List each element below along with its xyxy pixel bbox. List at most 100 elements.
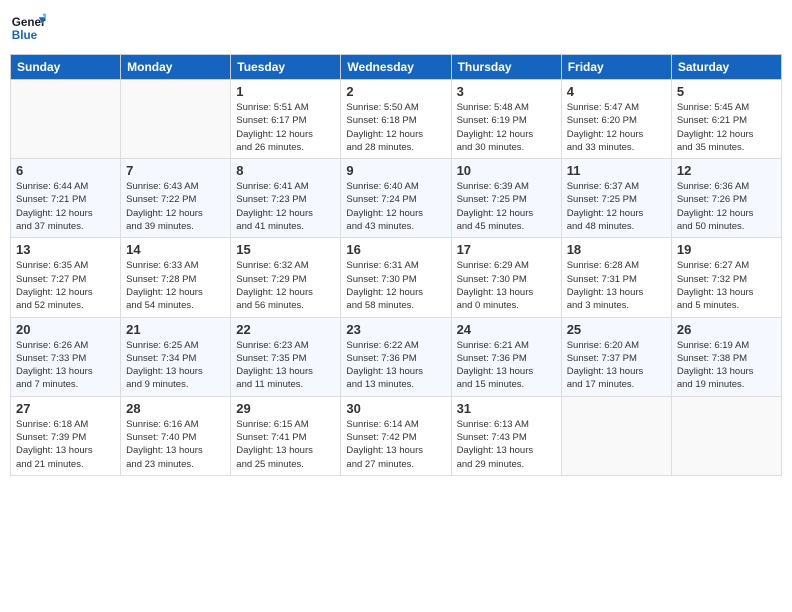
day-number: 2 [346, 84, 445, 99]
calendar-cell: 16 Sunrise: 6:31 AM Sunset: 7:30 PM Dayli… [341, 238, 451, 317]
calendar-cell: 11 Sunrise: 6:37 AM Sunset: 7:25 PM Dayli… [561, 159, 671, 238]
day-number: 30 [346, 401, 445, 416]
day-info: Sunrise: 6:37 AM Sunset: 7:25 PM Dayligh… [567, 180, 666, 233]
day-info: Sunrise: 5:47 AM Sunset: 6:20 PM Dayligh… [567, 101, 666, 154]
day-info: Sunrise: 6:15 AM Sunset: 7:41 PM Dayligh… [236, 418, 335, 471]
calendar-cell: 7Sunrise: 6:43 AM Sunset: 7:22 PM Daylig… [121, 159, 231, 238]
day-number: 13 [16, 242, 115, 257]
calendar-cell: 26Sunrise: 6:19 AM Sunset: 7:38 PM Dayli… [671, 317, 781, 396]
day-number: 14 [126, 242, 225, 257]
day-number: 5 [677, 84, 776, 99]
page-header: General Blue [10, 10, 782, 46]
day-number: 31 [457, 401, 556, 416]
calendar-table: SundayMondayTuesdayWednesdayThursdayFrid… [10, 54, 782, 476]
day-info: Sunrise: 6:43 AM Sunset: 7:22 PM Dayligh… [126, 180, 225, 233]
calendar-cell: 22 Sunrise: 6:23 AM Sunset: 7:35 PM Dayli… [231, 317, 341, 396]
day-number: 18 [567, 242, 666, 257]
day-number: 21 [126, 322, 225, 337]
day-number: 1 [236, 84, 335, 99]
day-info: Sunrise: 6:36 AM Sunset: 7:26 PM Dayligh… [677, 180, 776, 233]
day-number: 16 [346, 242, 445, 257]
day-number: 25 [567, 322, 666, 337]
weekday-header-sunday: Sunday [11, 55, 121, 80]
calendar-cell: 10 Sunrise: 6:39 AM Sunset: 7:25 PM Dayli… [451, 159, 561, 238]
day-info: Sunrise: 6:39 AM Sunset: 7:25 PM Dayligh… [457, 180, 556, 233]
calendar-cell: 13Sunrise: 6:35 AM Sunset: 7:27 PM Dayli… [11, 238, 121, 317]
calendar-cell: 6 Sunrise: 6:44 AM Sunset: 7:21 PM Daylig… [11, 159, 121, 238]
calendar-header-row: SundayMondayTuesdayWednesdayThursdayFrid… [11, 55, 782, 80]
calendar-week-row: 27 Sunrise: 6:18 AM Sunset: 7:39 PM Dayli… [11, 396, 782, 475]
calendar-cell: 8Sunrise: 6:41 AM Sunset: 7:23 PM Daylig… [231, 159, 341, 238]
logo-icon: General Blue [10, 10, 46, 46]
day-info: Sunrise: 5:48 AM Sunset: 6:19 PM Dayligh… [457, 101, 556, 154]
day-info: Sunrise: 6:26 AM Sunset: 7:33 PM Dayligh… [16, 339, 115, 392]
calendar-cell: 19Sunrise: 6:27 AM Sunset: 7:32 PM Dayli… [671, 238, 781, 317]
day-info: Sunrise: 6:22 AM Sunset: 7:36 PM Dayligh… [346, 339, 445, 392]
day-number: 9 [346, 163, 445, 178]
day-info: Sunrise: 6:32 AM Sunset: 7:29 PM Dayligh… [236, 259, 335, 312]
day-info: Sunrise: 6:16 AM Sunset: 7:40 PM Dayligh… [126, 418, 225, 471]
day-number: 12 [677, 163, 776, 178]
calendar-cell: 25 Sunrise: 6:20 AM Sunset: 7:37 PM Dayli… [561, 317, 671, 396]
calendar-cell: 24 Sunrise: 6:21 AM Sunset: 7:36 PM Dayli… [451, 317, 561, 396]
calendar-cell: 30 Sunrise: 6:14 AM Sunset: 7:42 PM Dayli… [341, 396, 451, 475]
calendar-week-row: 6 Sunrise: 6:44 AM Sunset: 7:21 PM Daylig… [11, 159, 782, 238]
day-number: 6 [16, 163, 115, 178]
calendar-week-row: 1 Sunrise: 5:51 AM Sunset: 6:17 PM Daylig… [11, 80, 782, 159]
calendar-week-row: 20 Sunrise: 6:26 AM Sunset: 7:33 PM Dayli… [11, 317, 782, 396]
day-number: 29 [236, 401, 335, 416]
day-number: 17 [457, 242, 556, 257]
calendar-cell: 4Sunrise: 5:47 AM Sunset: 6:20 PM Daylig… [561, 80, 671, 159]
logo: General Blue [10, 10, 46, 46]
calendar-cell: 29 Sunrise: 6:15 AM Sunset: 7:41 PM Dayli… [231, 396, 341, 475]
calendar-cell: 23 Sunrise: 6:22 AM Sunset: 7:36 PM Dayli… [341, 317, 451, 396]
day-info: Sunrise: 6:13 AM Sunset: 7:43 PM Dayligh… [457, 418, 556, 471]
day-info: Sunrise: 5:45 AM Sunset: 6:21 PM Dayligh… [677, 101, 776, 154]
day-info: Sunrise: 6:41 AM Sunset: 7:23 PM Dayligh… [236, 180, 335, 233]
day-number: 27 [16, 401, 115, 416]
day-number: 10 [457, 163, 556, 178]
calendar-cell [561, 396, 671, 475]
calendar-cell: 28 Sunrise: 6:16 AM Sunset: 7:40 PM Dayli… [121, 396, 231, 475]
calendar-cell: 2Sunrise: 5:50 AM Sunset: 6:18 PM Daylig… [341, 80, 451, 159]
calendar-cell: 14 Sunrise: 6:33 AM Sunset: 7:28 PM Dayli… [121, 238, 231, 317]
weekday-header-friday: Friday [561, 55, 671, 80]
calendar-cell: 5 Sunrise: 5:45 AM Sunset: 6:21 PM Daylig… [671, 80, 781, 159]
calendar-cell: 21 Sunrise: 6:25 AM Sunset: 7:34 PM Dayli… [121, 317, 231, 396]
day-info: Sunrise: 6:23 AM Sunset: 7:35 PM Dayligh… [236, 339, 335, 392]
weekday-header-monday: Monday [121, 55, 231, 80]
day-info: Sunrise: 5:51 AM Sunset: 6:17 PM Dayligh… [236, 101, 335, 154]
day-info: Sunrise: 6:31 AM Sunset: 7:30 PM Dayligh… [346, 259, 445, 312]
day-info: Sunrise: 6:21 AM Sunset: 7:36 PM Dayligh… [457, 339, 556, 392]
weekday-header-tuesday: Tuesday [231, 55, 341, 80]
day-number: 23 [346, 322, 445, 337]
day-info: Sunrise: 6:33 AM Sunset: 7:28 PM Dayligh… [126, 259, 225, 312]
calendar-cell [11, 80, 121, 159]
day-number: 22 [236, 322, 335, 337]
day-number: 15 [236, 242, 335, 257]
day-info: Sunrise: 6:28 AM Sunset: 7:31 PM Dayligh… [567, 259, 666, 312]
calendar-cell: 9Sunrise: 6:40 AM Sunset: 7:24 PM Daylig… [341, 159, 451, 238]
day-number: 11 [567, 163, 666, 178]
calendar-cell: 20 Sunrise: 6:26 AM Sunset: 7:33 PM Dayli… [11, 317, 121, 396]
day-number: 3 [457, 84, 556, 99]
day-number: 24 [457, 322, 556, 337]
day-info: Sunrise: 6:27 AM Sunset: 7:32 PM Dayligh… [677, 259, 776, 312]
calendar-cell: 17Sunrise: 6:29 AM Sunset: 7:30 PM Dayli… [451, 238, 561, 317]
calendar-cell [121, 80, 231, 159]
calendar-cell: 3 Sunrise: 5:48 AM Sunset: 6:19 PM Daylig… [451, 80, 561, 159]
day-info: Sunrise: 6:20 AM Sunset: 7:37 PM Dayligh… [567, 339, 666, 392]
calendar-cell [671, 396, 781, 475]
day-number: 20 [16, 322, 115, 337]
day-info: Sunrise: 6:18 AM Sunset: 7:39 PM Dayligh… [16, 418, 115, 471]
calendar-cell: 27 Sunrise: 6:18 AM Sunset: 7:39 PM Dayli… [11, 396, 121, 475]
day-number: 26 [677, 322, 776, 337]
day-number: 28 [126, 401, 225, 416]
day-info: Sunrise: 6:25 AM Sunset: 7:34 PM Dayligh… [126, 339, 225, 392]
svg-text:Blue: Blue [12, 29, 38, 42]
day-info: Sunrise: 6:14 AM Sunset: 7:42 PM Dayligh… [346, 418, 445, 471]
calendar-cell: 12 Sunrise: 6:36 AM Sunset: 7:26 PM Dayli… [671, 159, 781, 238]
weekday-header-thursday: Thursday [451, 55, 561, 80]
day-info: Sunrise: 6:44 AM Sunset: 7:21 PM Dayligh… [16, 180, 115, 233]
calendar-week-row: 13Sunrise: 6:35 AM Sunset: 7:27 PM Dayli… [11, 238, 782, 317]
